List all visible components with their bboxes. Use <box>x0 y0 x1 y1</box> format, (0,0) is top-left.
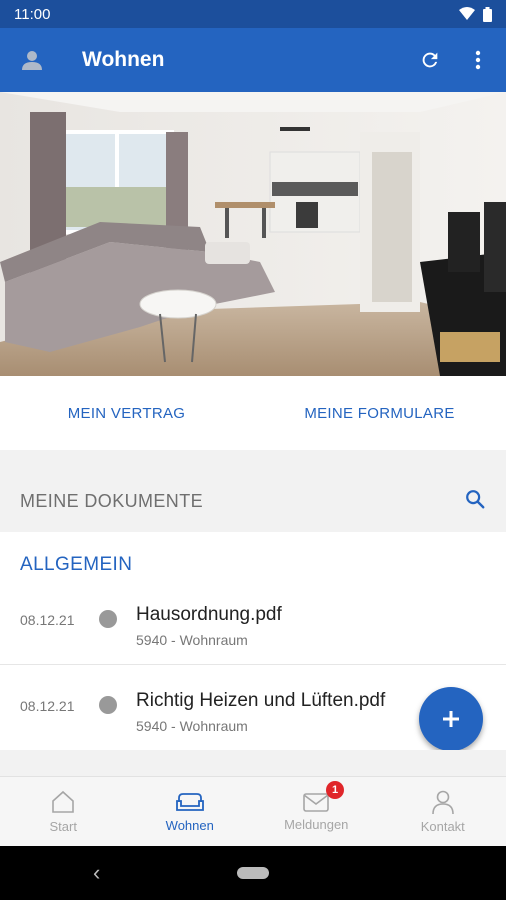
profile-button[interactable] <box>0 28 64 92</box>
home-icon <box>52 790 75 813</box>
my-forms-link[interactable]: MEINE FORMULARE <box>253 376 506 450</box>
battery-icon <box>483 6 492 22</box>
refresh-button[interactable] <box>406 36 454 84</box>
more-vert-icon <box>475 50 481 70</box>
apartment-photo <box>0 92 506 376</box>
page-title: Wohnen <box>82 48 165 71</box>
document-subtitle: 5940 - Wohnraum <box>136 632 248 648</box>
person-icon <box>431 790 454 815</box>
status-bar: 11:00 <box>0 0 506 28</box>
document-row[interactable]: 08.12.21 Hausordnung.pdf 5940 - Wohnraum <box>0 596 506 656</box>
app-bar: Wohnen <box>0 28 506 92</box>
home-pill[interactable] <box>237 867 269 879</box>
person-icon <box>22 51 42 70</box>
sofa-icon <box>175 793 204 811</box>
search-icon <box>466 489 485 508</box>
mail-icon <box>303 793 330 812</box>
list-footer <box>0 750 506 776</box>
document-name: Richtig Heizen und Lüften.pdf <box>136 690 386 711</box>
system-navigation-bar: ‹ <box>0 846 506 900</box>
bottom-navigation: Start Wohnen 1 Meldungen Kontakt <box>0 776 506 846</box>
document-date: 08.12.21 <box>20 612 75 628</box>
add-button[interactable] <box>419 687 483 751</box>
my-contract-link[interactable]: MEIN VERTRAG <box>0 376 253 450</box>
document-date: 08.12.21 <box>20 698 75 714</box>
nav-label: Start <box>49 819 77 834</box>
nav-label: Wohnen <box>165 818 214 833</box>
back-icon[interactable]: ‹ <box>93 860 100 886</box>
nav-item-wohnen[interactable]: Wohnen <box>127 777 254 846</box>
plus-icon <box>443 711 459 727</box>
status-dot <box>99 610 117 628</box>
more-menu-button[interactable] <box>454 36 502 84</box>
notification-badge: 1 <box>326 781 344 799</box>
status-time: 11:00 <box>14 5 51 23</box>
documents-title: MEINE DOKUMENTE <box>20 490 204 511</box>
documents-header: MEINE DOKUMENTE <box>0 470 506 532</box>
document-subtitle: 5940 - Wohnraum <box>136 718 248 734</box>
document-name: Hausordnung.pdf <box>136 604 282 625</box>
quick-links: MEIN VERTRAG MEINE FORMULARE <box>0 376 506 450</box>
nav-item-meldungen[interactable]: 1 Meldungen <box>253 777 380 846</box>
search-button[interactable] <box>464 488 486 515</box>
section-title: ALLGEMEIN <box>20 554 133 575</box>
nav-item-start[interactable]: Start <box>0 777 127 846</box>
divider <box>0 664 506 665</box>
status-dot <box>99 696 117 714</box>
nav-item-kontakt[interactable]: Kontakt <box>380 777 506 846</box>
refresh-icon <box>422 52 438 68</box>
living-room-illustration <box>0 92 506 376</box>
wifi-icon <box>459 7 475 20</box>
nav-label: Meldungen <box>284 817 349 832</box>
nav-label: Kontakt <box>420 819 465 834</box>
